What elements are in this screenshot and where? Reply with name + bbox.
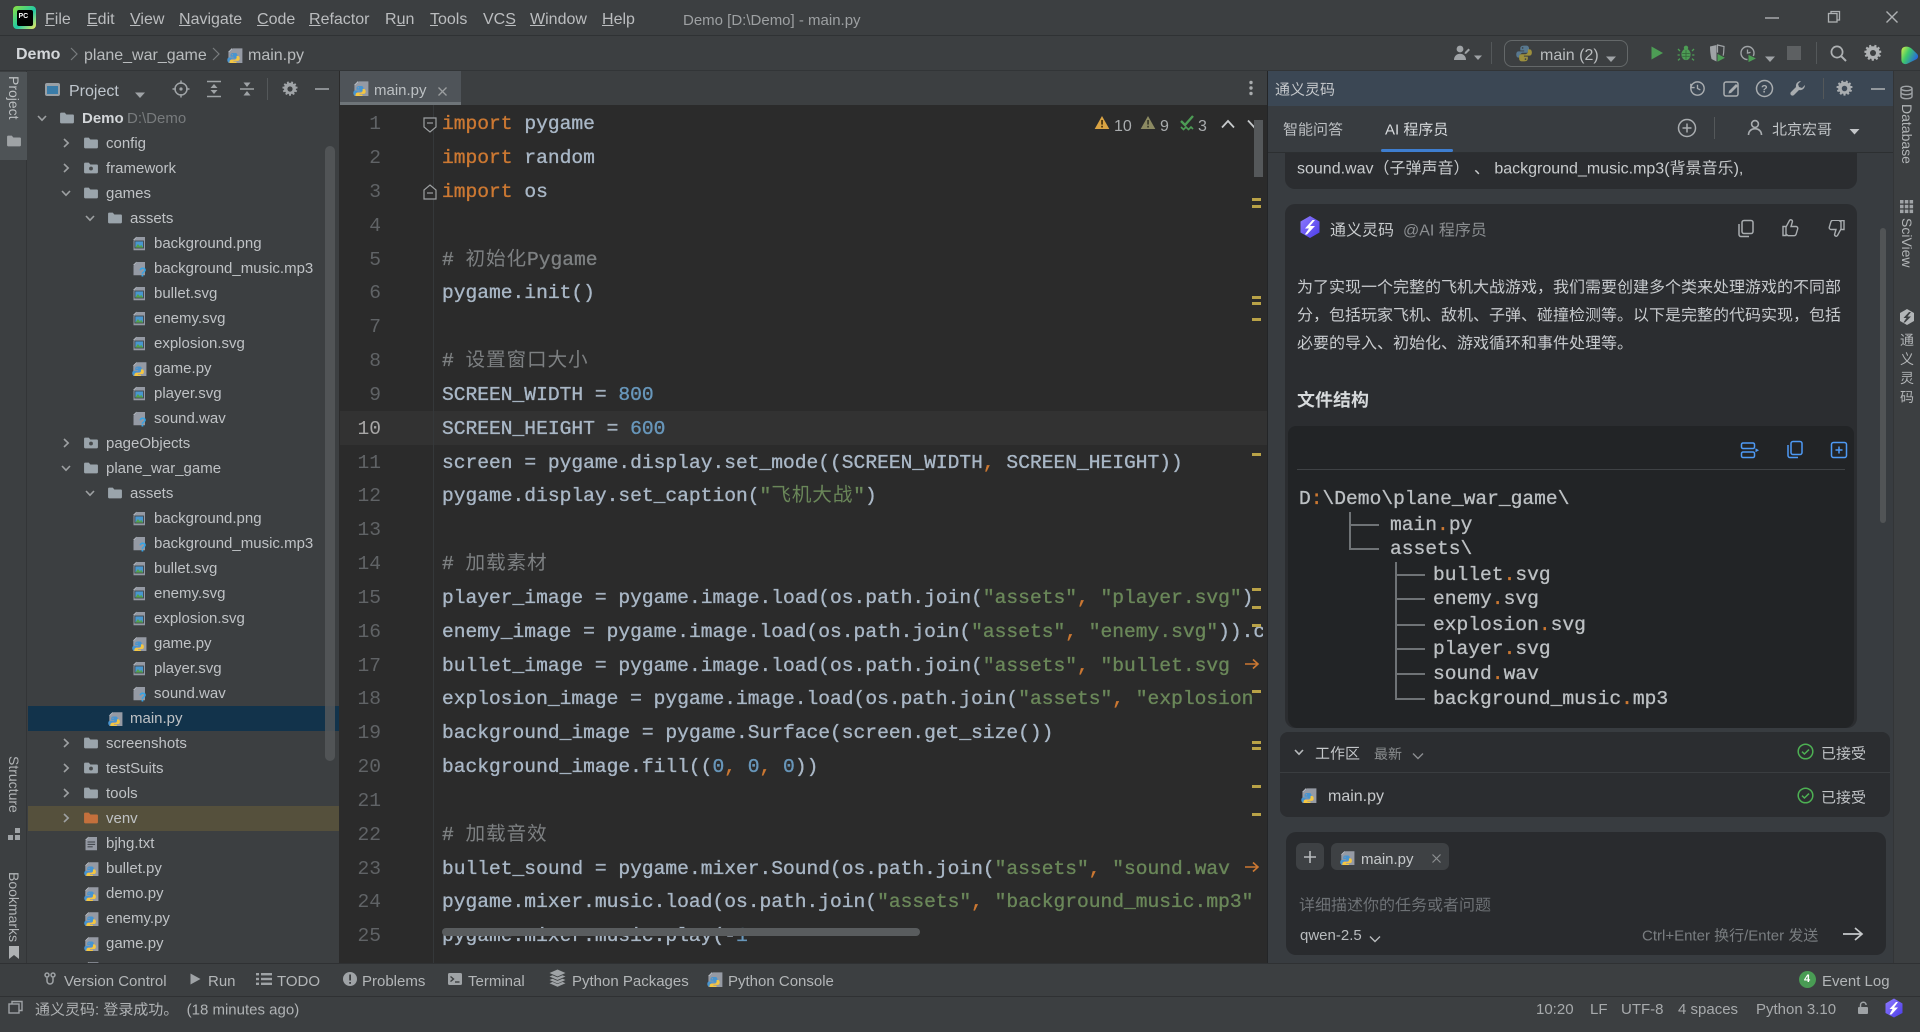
- svg-text:@AI: @AI: [1403, 223, 1439, 240]
- svg-text:Ctrl+Enter: Ctrl+Enter: [1642, 928, 1714, 945]
- svg-text:?: ?: [139, 540, 147, 552]
- svg-text:?: ?: [139, 265, 147, 277]
- svg-text:#: #: [442, 824, 466, 846]
- svg-text:pygame.display.set_caption(: pygame.display.set_caption(: [442, 486, 759, 508]
- svg-text:(18 minutes ago): (18 minutes ago): [178, 1002, 299, 1019]
- svg-text:sound.wav: sound.wav: [1297, 161, 1374, 178]
- svg-text:#: #: [442, 249, 466, 271]
- svg-text:background_music.mp3(: background_music.mp3(: [1490, 161, 1670, 178]
- svg-text:#: #: [442, 350, 466, 372]
- svg-text:),: ),: [1734, 161, 1744, 178]
- svg-text:/Enter: /Enter: [1744, 928, 1788, 945]
- svg-text:Pygame: Pygame: [527, 249, 598, 271]
- svg-text:?: ?: [139, 415, 147, 427]
- svg-text:#: #: [442, 553, 466, 575]
- svg-text:AI: AI: [1385, 122, 1403, 139]
- svg-text:": ": [853, 486, 865, 508]
- svg-text:): ): [865, 486, 877, 508]
- svg-text:": ": [760, 486, 772, 508]
- svg-text:?: ?: [1761, 84, 1768, 96]
- svg-text::: :: [95, 1002, 103, 1019]
- svg-text:?: ?: [139, 690, 147, 702]
